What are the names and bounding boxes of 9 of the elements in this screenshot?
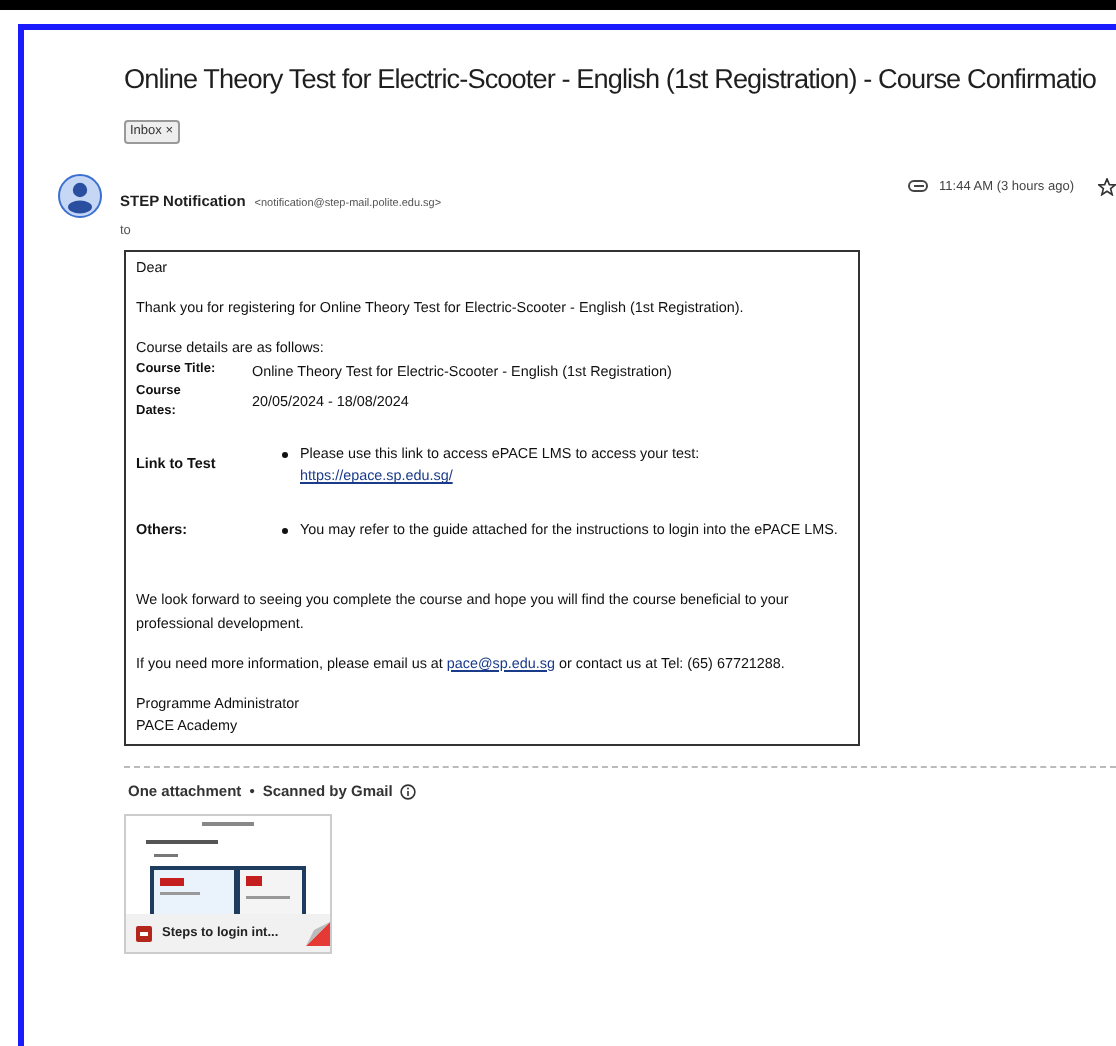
email-subject: Online Theory Test for Electric-Scooter - English (1st Registration) - Course Confirmatio — [122, 62, 1099, 98]
bullet-dot — [282, 528, 288, 535]
page-corner-fold-icon — [306, 921, 330, 946]
info-icon[interactable] — [400, 783, 417, 800]
avatar-icon — [58, 174, 102, 219]
pdf-file-icon — [136, 925, 152, 942]
paperclip-icon — [907, 180, 928, 193]
bullet-dot — [282, 451, 288, 458]
star-icon[interactable] — [1098, 177, 1116, 196]
